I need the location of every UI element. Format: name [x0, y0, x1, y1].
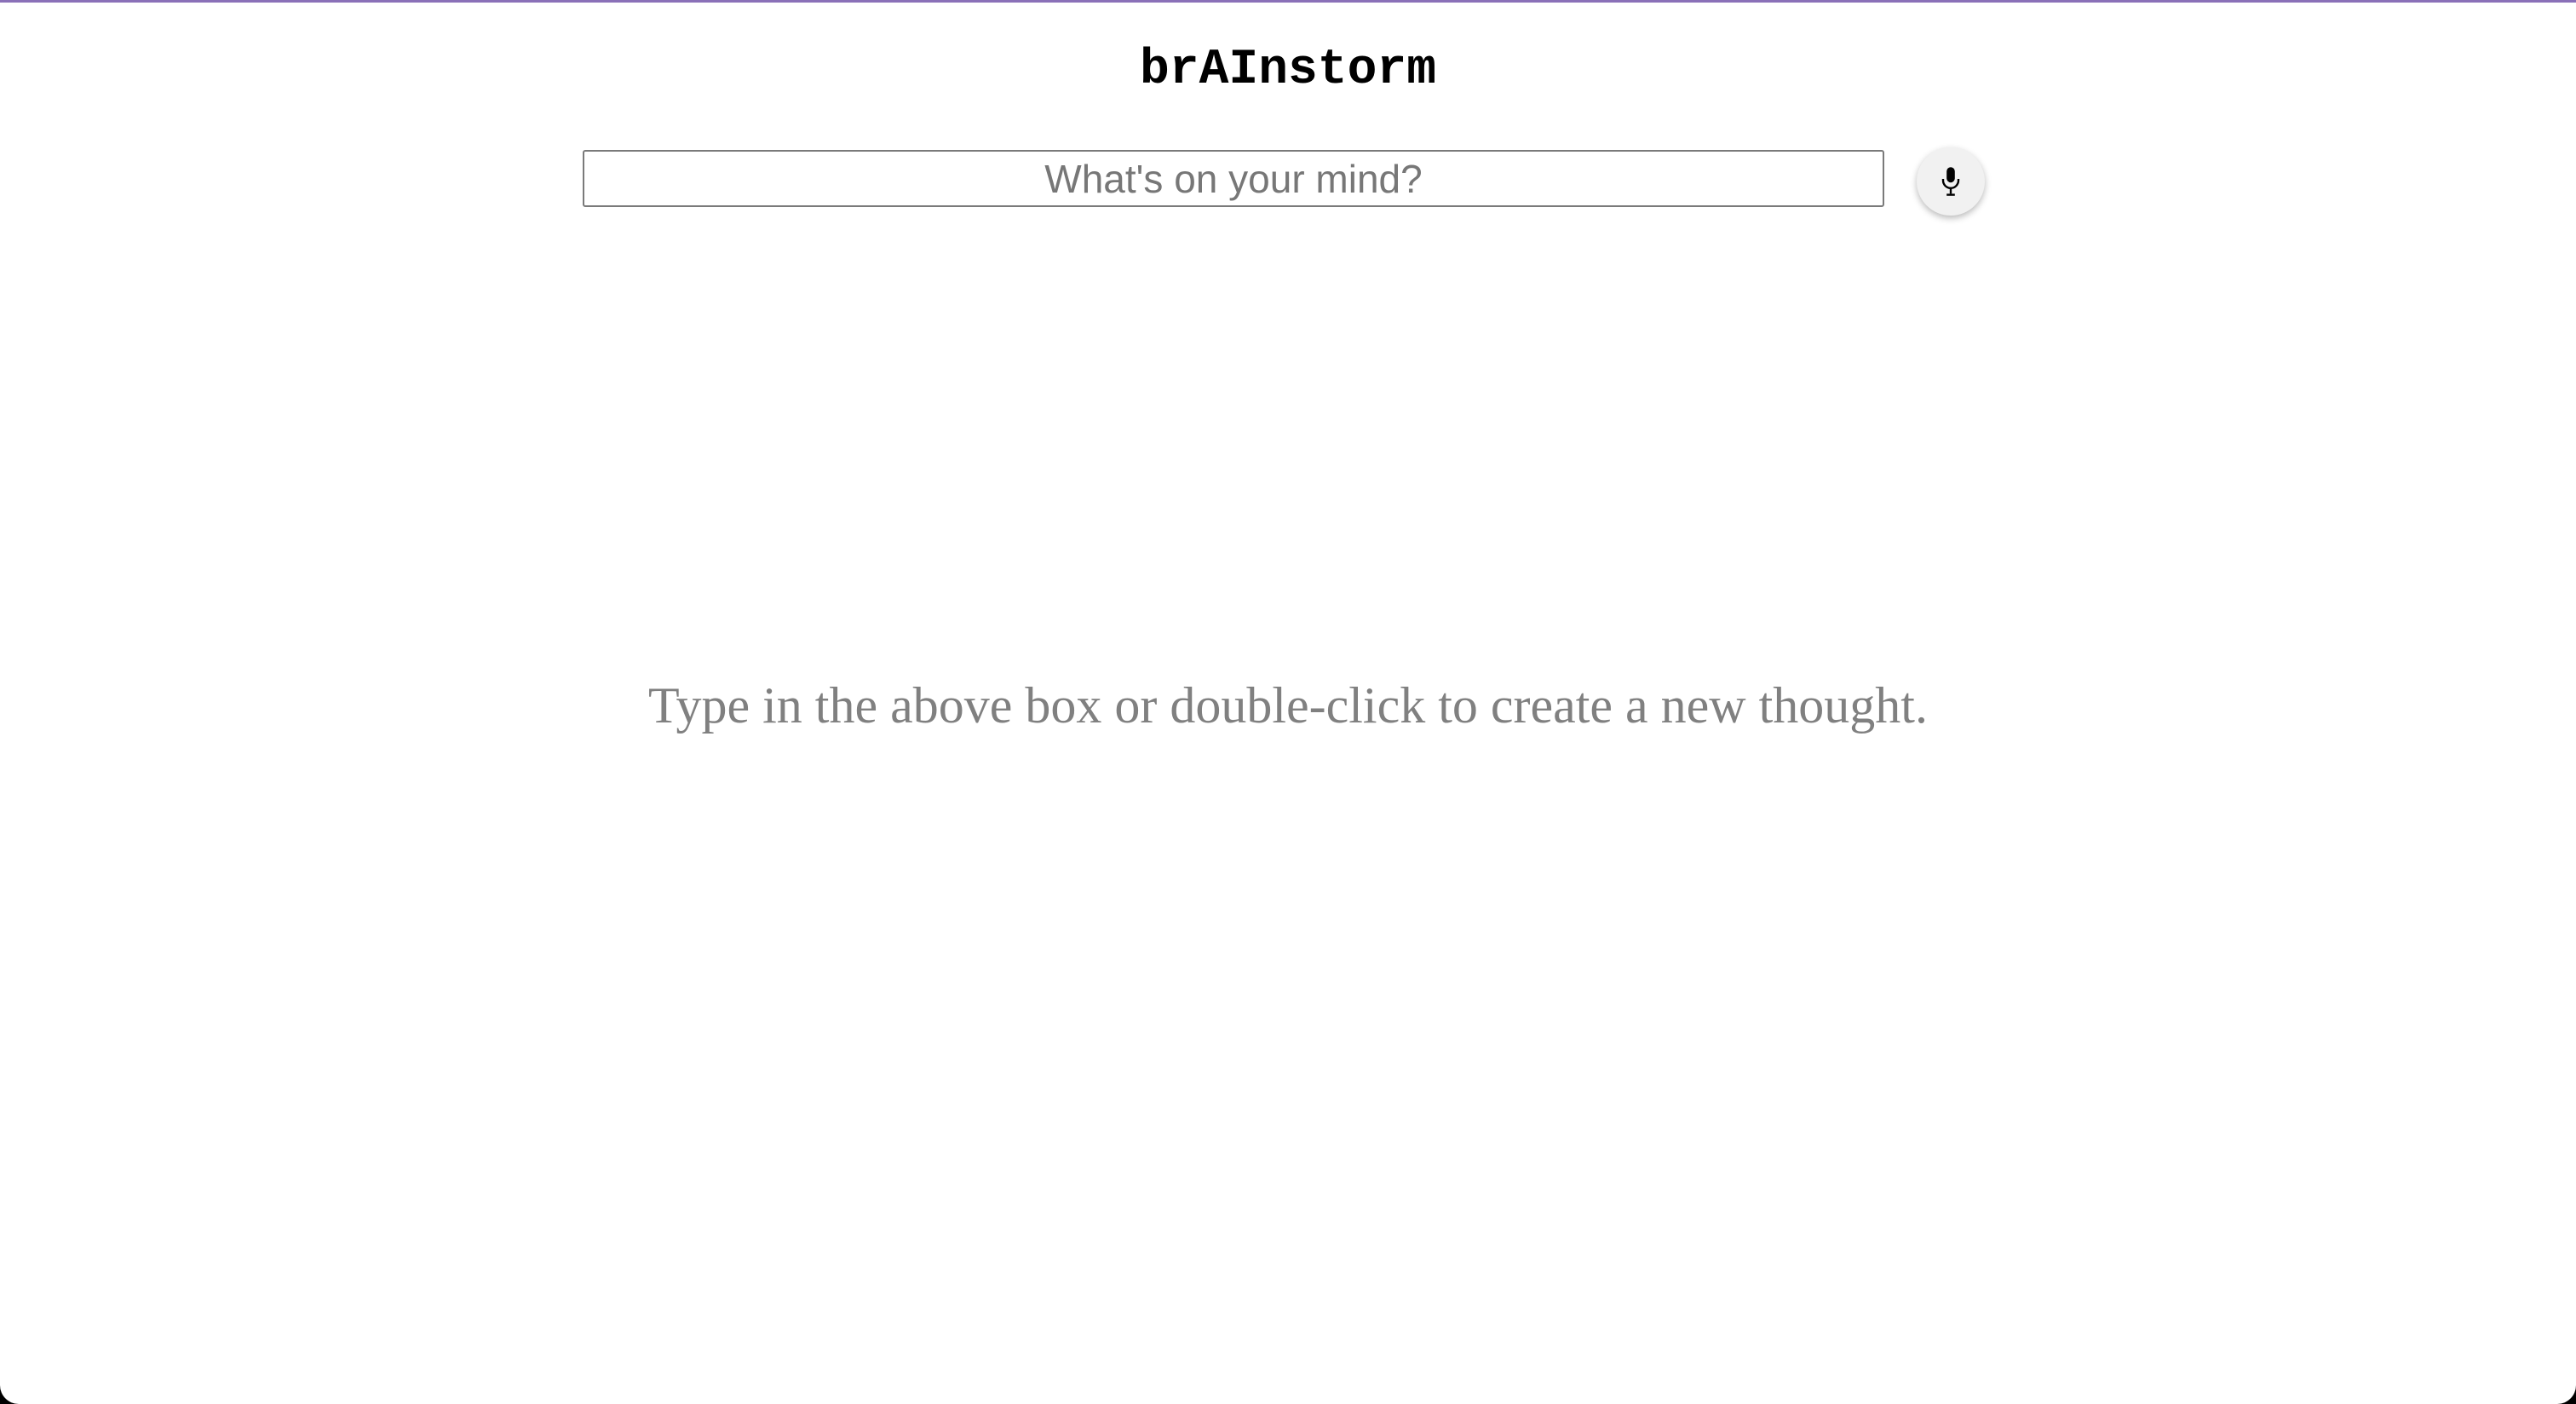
thought-input-row [583, 147, 1988, 224]
app-window: brAInstorm Type in the above box or doub… [0, 0, 2576, 1404]
empty-canvas-hint[interactable]: Type in the above box or double-click to… [0, 667, 2576, 744]
app-title: brAInstorm [1139, 43, 1437, 98]
thought-input[interactable] [583, 150, 1884, 207]
voice-input-button[interactable] [1917, 147, 1985, 216]
microphone-icon [1941, 167, 1960, 196]
